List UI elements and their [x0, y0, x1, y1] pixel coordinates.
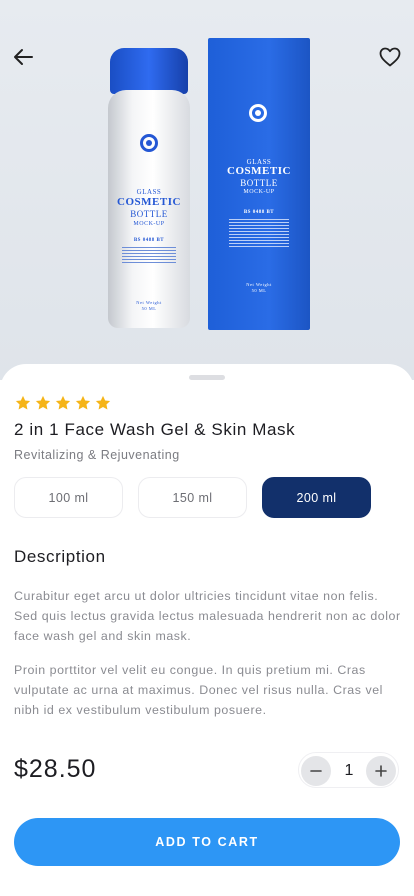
- box-image: GLASS COSMETIC BOTTLE MOCK-UP BS 0488 BT…: [208, 38, 310, 330]
- product-subtitle: Revitalizing & Rejuvenating: [14, 448, 180, 462]
- box-label-code: BS 0488 BT: [243, 210, 275, 215]
- bottle-label-text-block: [122, 247, 176, 263]
- bottle-label-line4: MOCK-UP: [133, 221, 165, 227]
- rating-stars: [14, 394, 112, 412]
- product-image: GLASS COSMETIC BOTTLE MOCK-UP BS 0488 BT…: [100, 36, 312, 336]
- minus-icon: [310, 770, 322, 772]
- star-icon: [15, 395, 31, 410]
- decrease-quantity-button[interactable]: [301, 756, 331, 786]
- box-label-volume: 50 ML: [251, 288, 267, 293]
- bottle-label-line2: COSMETIC: [117, 196, 181, 208]
- bottle-image: GLASS COSMETIC BOTTLE MOCK-UP BS 0488 BT…: [108, 48, 190, 330]
- quantity-value: 1: [344, 762, 354, 779]
- bottle-label-line3: BOTTLE: [130, 209, 168, 219]
- bottle-label-volume: 50 ML: [141, 306, 157, 311]
- arrow-left-icon: [14, 49, 33, 65]
- box-label-text-block: [229, 219, 289, 247]
- bottle-label-code: BS 0488 BT: [133, 238, 165, 243]
- bottle-label-weight: Net Weight: [136, 300, 162, 305]
- size-option-100ml[interactable]: 100 ml: [14, 477, 123, 518]
- bottle-cap: [110, 48, 188, 94]
- add-to-cart-button[interactable]: ADD TO CART: [14, 818, 400, 866]
- heart-outline-icon: [379, 47, 401, 67]
- brand-logo-icon: [140, 134, 158, 152]
- quantity-stepper: 1: [298, 752, 399, 788]
- description-paragraph: Curabitur eget arcu ut dolor ultricies t…: [14, 589, 401, 643]
- size-option-150ml[interactable]: 150 ml: [138, 477, 247, 518]
- product-details-sheet: 2 in 1 Face Wash Gel & Skin Mask Revital…: [0, 364, 414, 896]
- product-title: 2 in 1 Face Wash Gel & Skin Mask: [14, 420, 296, 439]
- description-paragraph: Proin porttitor vel velit eu congue. In …: [14, 663, 383, 717]
- star-icon: [75, 395, 91, 410]
- sheet-drag-handle[interactable]: [189, 375, 225, 380]
- back-button[interactable]: [8, 41, 40, 73]
- box-label-line3: BOTTLE: [240, 178, 278, 188]
- star-icon: [35, 395, 51, 410]
- favorite-button[interactable]: [374, 41, 406, 73]
- product-hero: GLASS COSMETIC BOTTLE MOCK-UP BS 0488 BT…: [0, 0, 414, 380]
- star-icon: [55, 395, 71, 410]
- brand-logo-icon: [249, 104, 267, 122]
- box-label-line2: COSMETIC: [227, 165, 291, 177]
- size-option-200ml[interactable]: 200 ml: [262, 477, 371, 518]
- increase-quantity-button[interactable]: [366, 756, 396, 786]
- box-label-weight: Net Weight: [246, 282, 272, 287]
- box-label-line4: MOCK-UP: [243, 189, 275, 195]
- description-heading: Description: [14, 547, 106, 566]
- plus-icon: [375, 765, 387, 777]
- price: $28.50: [14, 755, 97, 783]
- star-icon: [95, 395, 111, 410]
- size-selector: 100 ml 150 ml 200 ml: [14, 477, 371, 518]
- bottle-label-line1: GLASS: [136, 188, 162, 196]
